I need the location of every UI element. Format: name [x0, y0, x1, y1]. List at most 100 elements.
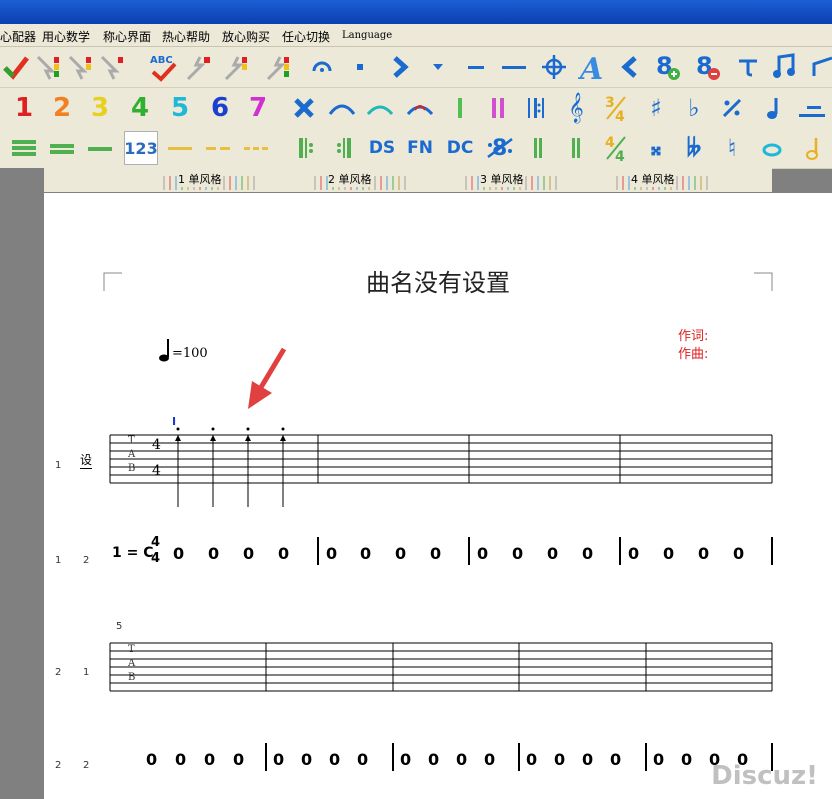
dashed-gold-icon[interactable]	[202, 131, 234, 165]
ds-button[interactable]: DS	[366, 131, 398, 165]
num-1-button[interactable]: 1	[8, 91, 40, 125]
note[interactable]: 0	[582, 544, 593, 563]
note[interactable]: 0	[400, 750, 411, 769]
whole-note-icon[interactable]	[756, 131, 788, 165]
percent-repeat-icon[interactable]	[716, 91, 748, 125]
note[interactable]: 0	[208, 544, 219, 563]
check-icon[interactable]	[0, 50, 32, 84]
single-line-icon[interactable]	[84, 131, 116, 165]
spellcheck-abc-icon[interactable]: ABC	[148, 50, 180, 84]
tie-bracket-icon[interactable]	[732, 50, 764, 84]
note[interactable]: 0	[233, 750, 244, 769]
triangle-down-icon[interactable]	[422, 50, 454, 84]
numbered-notation-button[interactable]: 123	[124, 131, 158, 165]
arrow-red-flag-icon[interactable]	[182, 50, 214, 84]
tab-staff-2[interactable]	[44, 639, 832, 699]
note[interactable]: 0	[301, 750, 312, 769]
beam-icon[interactable]	[806, 50, 832, 84]
num-7-button[interactable]: 7	[242, 91, 274, 125]
arrow-double-flag-icon[interactable]	[220, 50, 252, 84]
time-sig-34-icon[interactable]: 34	[600, 91, 632, 125]
eighth-notes-icon[interactable]	[770, 50, 802, 84]
half-note-icon[interactable]	[796, 131, 828, 165]
note[interactable]: 0	[663, 544, 674, 563]
menu-language[interactable]: Language	[342, 30, 392, 41]
key-signature[interactable]: 1 = C	[112, 545, 154, 561]
note[interactable]: 0	[173, 544, 184, 563]
underline-icon[interactable]	[796, 91, 828, 125]
short-dash-icon[interactable]	[460, 50, 492, 84]
arrow-signal-icon-2[interactable]	[64, 50, 96, 84]
single-bar-icon[interactable]	[444, 91, 476, 125]
note[interactable]: 0	[477, 544, 488, 563]
note[interactable]: 0	[430, 544, 441, 563]
note[interactable]: 0	[329, 750, 340, 769]
slur-mark-icon[interactable]	[404, 91, 436, 125]
slur-icon[interactable]	[326, 91, 358, 125]
score-page[interactable]: 曲名没有设置 作词: 作曲: =100 I T A B 4 4 设 1 1 2 …	[44, 193, 832, 799]
note[interactable]: 0	[681, 750, 692, 769]
repeat-end-icon[interactable]	[328, 131, 360, 165]
note[interactable]: 0	[610, 750, 621, 769]
dash-gold-icon[interactable]	[164, 131, 196, 165]
score-title[interactable]: 曲名没有设置	[44, 263, 832, 298]
chevron-right-icon[interactable]	[384, 50, 416, 84]
double-flat-icon[interactable]: 𝄫	[678, 131, 710, 165]
note[interactable]: 0	[175, 750, 186, 769]
text-a-icon[interactable]: A	[576, 50, 608, 84]
measure-ruler[interactable]: 1 单风格 2 单风格 3 单风格 4 单风格	[44, 168, 772, 192]
note[interactable]: 0	[628, 544, 639, 563]
note[interactable]: 0	[395, 544, 406, 563]
note[interactable]: 0	[484, 750, 495, 769]
repeat-bar-icon[interactable]	[520, 91, 552, 125]
note[interactable]: 0	[582, 750, 593, 769]
natural-icon[interactable]: ♮	[716, 131, 748, 165]
tab-staff-1[interactable]	[44, 419, 832, 539]
note[interactable]: 0	[360, 544, 371, 563]
note[interactable]: 0	[428, 750, 439, 769]
long-dash-icon[interactable]	[498, 50, 530, 84]
arrow-triple-flag-icon[interactable]	[262, 50, 294, 84]
treble-clef-icon[interactable]: 𝄞	[560, 91, 592, 125]
bar-pair-icon-2[interactable]	[560, 131, 592, 165]
note[interactable]: 0	[146, 750, 157, 769]
menu-switch[interactable]: 任心切换	[282, 28, 330, 45]
lyricist-label[interactable]: 作词:	[678, 325, 708, 344]
arrow-signal-icon[interactable]	[32, 50, 64, 84]
menu-buy[interactable]: 放心购买	[222, 28, 270, 45]
menu-peiqi[interactable]: 心配器	[0, 28, 36, 45]
note[interactable]: 0	[204, 750, 215, 769]
double-line-icon[interactable]	[46, 131, 78, 165]
note[interactable]: 0	[547, 544, 558, 563]
quarter-note-icon[interactable]	[756, 91, 788, 125]
note[interactable]: 0	[698, 544, 709, 563]
repeat-start-icon[interactable]	[290, 131, 322, 165]
note[interactable]: 0	[733, 544, 744, 563]
triple-line-icon[interactable]	[8, 131, 40, 165]
crosshair-icon[interactable]	[538, 50, 570, 84]
composer-label[interactable]: 作曲:	[678, 343, 708, 362]
note[interactable]: 0	[456, 750, 467, 769]
note[interactable]: 0	[243, 544, 254, 563]
num-3-button[interactable]: 3	[84, 91, 116, 125]
flat-icon[interactable]: ♭	[678, 91, 710, 125]
num-4-button[interactable]: 4	[124, 91, 156, 125]
note[interactable]: 0	[278, 544, 289, 563]
remove-segno-icon[interactable]: 8	[692, 50, 724, 84]
note[interactable]: 0	[512, 544, 523, 563]
bar-pair-icon[interactable]	[522, 131, 554, 165]
note[interactable]: 0	[357, 750, 368, 769]
fermata-icon[interactable]	[306, 50, 338, 84]
dotted-gold-icon[interactable]	[240, 131, 272, 165]
time-sig-44-icon[interactable]: 44	[600, 131, 632, 165]
num-6-button[interactable]: 6	[204, 91, 236, 125]
tie-icon[interactable]	[364, 91, 396, 125]
note[interactable]: 0	[653, 750, 664, 769]
dc-button[interactable]: DC	[444, 131, 476, 165]
menu-interface[interactable]: 称心界面	[103, 28, 151, 45]
menu-math[interactable]: 用心数学	[42, 28, 90, 45]
note[interactable]: 0	[326, 544, 337, 563]
menu-help[interactable]: 热心帮助	[162, 28, 210, 45]
chevron-left-icon[interactable]	[614, 50, 646, 84]
tempo-value[interactable]: =100	[172, 346, 208, 361]
